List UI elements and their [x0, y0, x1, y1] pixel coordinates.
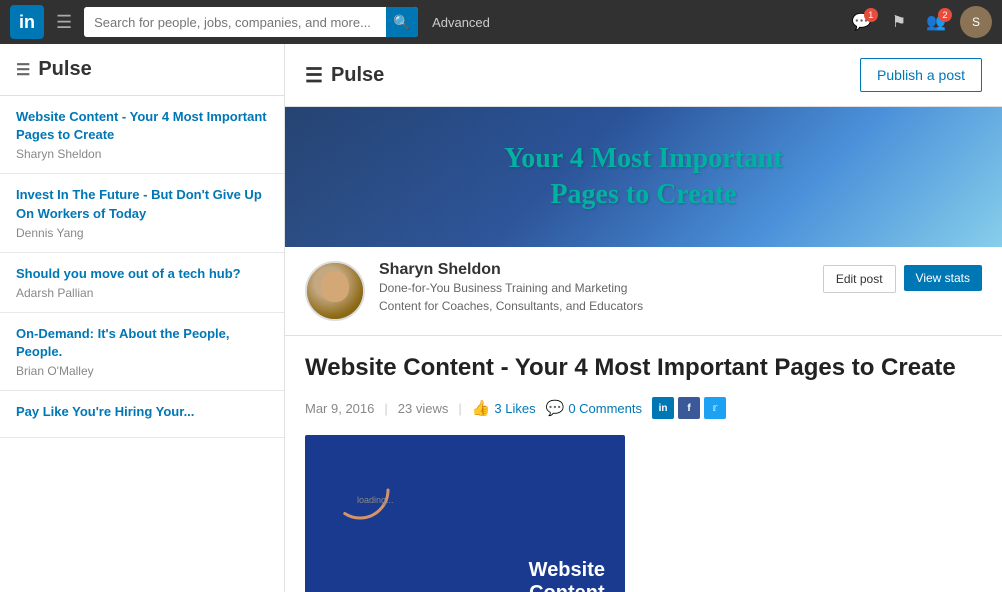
search-input[interactable]: [84, 7, 386, 37]
sidebar-item-title-1: Invest In The Future - But Don't Give Up…: [16, 186, 268, 222]
comment-icon: 💬: [546, 399, 565, 417]
likes-link[interactable]: 3 Likes: [494, 401, 535, 416]
connections-icon[interactable]: 👥 2: [920, 8, 952, 36]
sidebar-item-title-0: Website Content - Your 4 Most Important …: [16, 108, 268, 144]
sidebar-item-title-3: On-Demand: It's About the People, People…: [16, 325, 268, 361]
author-actions: Edit post View stats: [823, 261, 982, 293]
sidebar-item-author-3: Brian O'Malley: [16, 364, 268, 378]
banner-decoration: [285, 107, 1002, 247]
linkedin-logo[interactable]: in: [10, 5, 44, 39]
article-likes: 👍 3 Likes: [472, 399, 536, 417]
share-facebook-button[interactable]: f: [678, 397, 700, 419]
author-description: Done-for-You Business Training and Marke…: [379, 279, 809, 315]
author-avatar: [305, 261, 365, 321]
article-comments: 💬 0 Comments: [546, 399, 642, 417]
article-title: Website Content - Your 4 Most Important …: [305, 352, 982, 383]
article-views: 23 views: [398, 401, 449, 416]
sidebar-item-0[interactable]: Website Content - Your 4 Most Important …: [0, 96, 284, 174]
pulse-hamburger-icon: ☰: [305, 63, 323, 88]
publish-post-button[interactable]: Publish a post: [860, 58, 982, 92]
main-layout: ☰ Pulse Website Content - Your 4 Most Im…: [0, 44, 1002, 592]
loading-text: loading...: [357, 495, 394, 505]
sidebar-header: ☰ Pulse: [0, 44, 284, 96]
content-area: ☰ Pulse Publish a post Your 4 Most Impor…: [285, 44, 1002, 592]
sidebar-item-title-2: Should you move out of a tech hub?: [16, 265, 268, 283]
author-info: Sharyn Sheldon Done-for-You Business Tra…: [379, 261, 809, 315]
edit-post-button[interactable]: Edit post: [823, 265, 896, 293]
messages-icon[interactable]: 💬 1: [846, 8, 878, 36]
search-bar: 🔍: [84, 7, 418, 37]
hamburger-icon[interactable]: ☰: [52, 8, 76, 37]
social-share: in f 𝕣: [652, 397, 726, 419]
sidebar-item-2[interactable]: Should you move out of a tech hub? Adars…: [0, 253, 284, 313]
loading-spinner: loading...: [325, 455, 395, 525]
advanced-link[interactable]: Advanced: [426, 15, 496, 30]
share-twitter-button[interactable]: 𝕣: [704, 397, 726, 419]
connections-badge: 2: [938, 8, 952, 22]
sidebar-item-author-1: Dennis Yang: [16, 226, 268, 240]
pulse-title: ☰ Pulse: [305, 63, 384, 88]
sidebar-hamburger-icon[interactable]: ☰: [16, 60, 30, 80]
comments-link[interactable]: 0 Comments: [568, 401, 642, 416]
article-date: Mar 9, 2016: [305, 401, 374, 416]
article-meta: Mar 9, 2016 | 23 views | 👍 3 Likes 💬 0 C…: [305, 397, 982, 419]
view-stats-button[interactable]: View stats: [904, 265, 982, 291]
article-banner: Your 4 Most Important Pages to Create: [285, 107, 1002, 247]
pulse-header: ☰ Pulse Publish a post: [285, 44, 1002, 107]
user-avatar[interactable]: S: [960, 6, 992, 38]
messages-badge: 1: [864, 8, 878, 22]
sidebar-title: Pulse: [38, 58, 91, 81]
sidebar-item-author-2: Adarsh Pallian: [16, 286, 268, 300]
sidebar: ☰ Pulse Website Content - Your 4 Most Im…: [0, 44, 285, 592]
author-name: Sharyn Sheldon: [379, 261, 809, 279]
sidebar-item-3[interactable]: On-Demand: It's About the People, People…: [0, 313, 284, 391]
sidebar-item-1[interactable]: Invest In The Future - But Don't Give Up…: [0, 174, 284, 252]
meta-divider-2: |: [458, 401, 461, 416]
flag-icon[interactable]: ⚑: [886, 8, 912, 36]
sidebar-item-title-4: Pay Like You're Hiring Your...: [16, 403, 268, 421]
image-content-text: WebsiteContent: [529, 559, 605, 592]
share-linkedin-button[interactable]: in: [652, 397, 674, 419]
pulse-title-text: Pulse: [331, 64, 384, 87]
meta-divider-1: |: [384, 401, 387, 416]
author-avatar-image: [307, 263, 363, 319]
sidebar-item-4[interactable]: Pay Like You're Hiring Your...: [0, 391, 284, 437]
article-content: Website Content - Your 4 Most Important …: [285, 336, 1002, 592]
article-image: loading... WebsiteContent: [305, 435, 625, 592]
thumbs-up-icon: 👍: [472, 399, 491, 417]
sidebar-item-author-0: Sharyn Sheldon: [16, 147, 268, 161]
search-button[interactable]: 🔍: [386, 7, 418, 37]
author-section: Sharyn Sheldon Done-for-You Business Tra…: [285, 247, 1002, 336]
top-navigation: in ☰ 🔍 Advanced 💬 1 ⚑ 👥 2 S: [0, 0, 1002, 44]
